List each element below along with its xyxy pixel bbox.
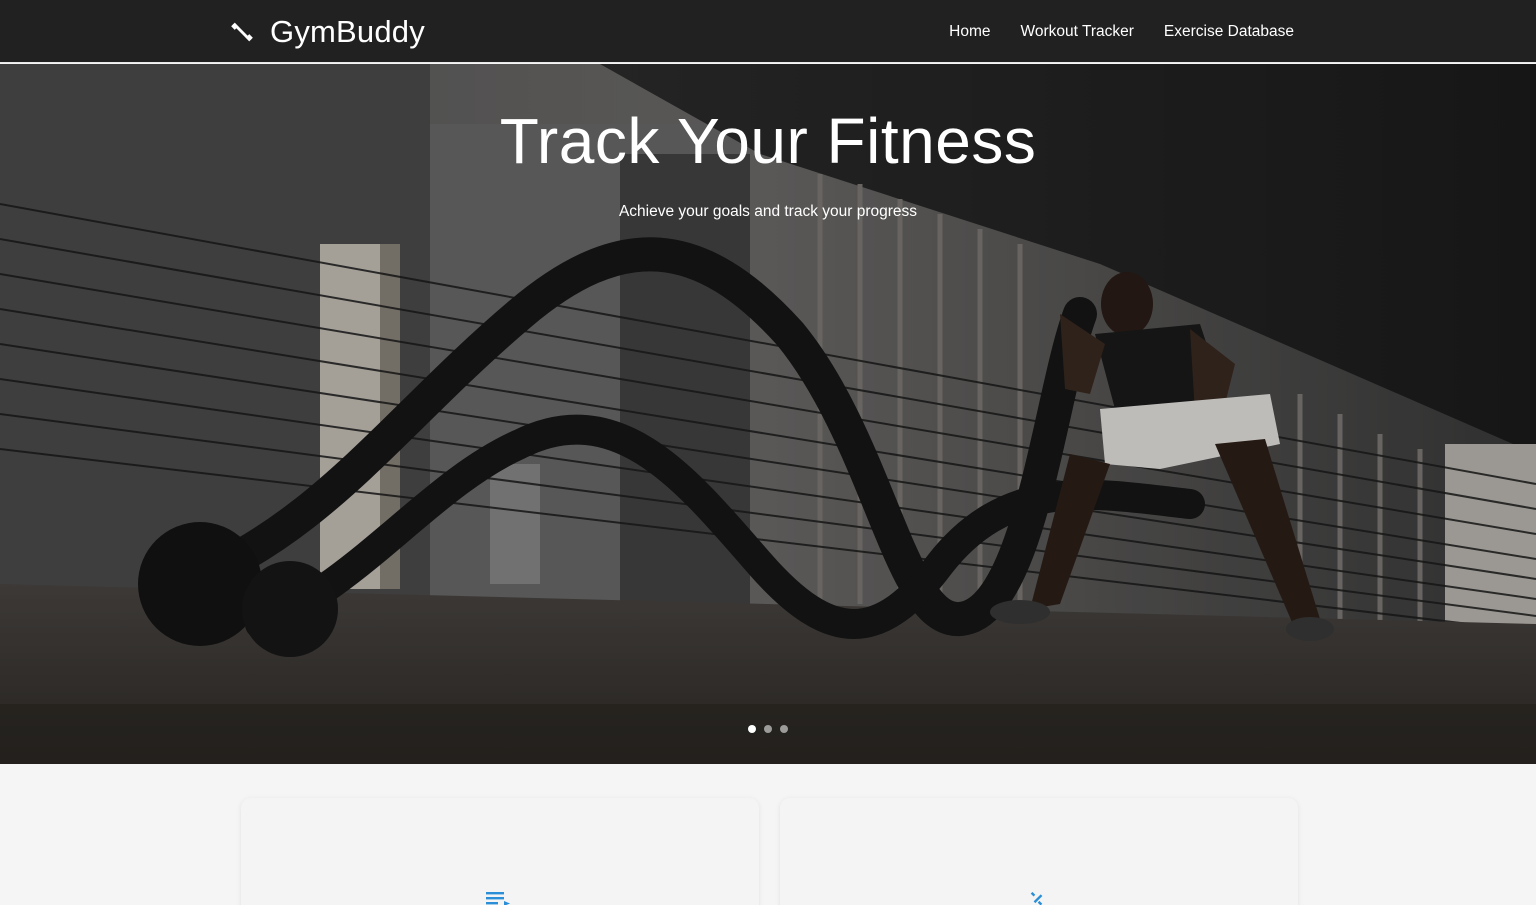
brand-name: GymBuddy [270,14,425,49]
nav-links: Home Workout Tracker Exercise Database [949,0,1294,63]
brand-link[interactable]: GymBuddy [230,12,425,52]
nav-exercise-database-link[interactable]: Exercise Database [1164,23,1294,41]
list-icon [486,892,510,905]
hero-subtitle: Achieve your goals and track your progre… [618,203,918,220]
dumbbell-icon [1030,892,1043,905]
feature-card-workout[interactable] [241,798,759,905]
carousel-dot-2[interactable] [764,725,772,733]
carousel-indicators [0,725,1536,733]
hero-title: Track Your Fitness [499,105,1037,177]
hero-carousel: Track Your Fitness Achieve your goals an… [0,64,1536,764]
nav-workout-tracker-link[interactable]: Workout Tracker [1020,23,1133,41]
feature-card-exercises[interactable] [780,798,1298,905]
carousel-dot-3[interactable] [780,725,788,733]
carousel-dot-1[interactable] [748,725,756,733]
top-navbar: GymBuddy Home Workout Tracker Exercise D… [0,0,1536,63]
nav-home-link[interactable]: Home [949,23,990,41]
dumbbell-icon [231,22,253,42]
